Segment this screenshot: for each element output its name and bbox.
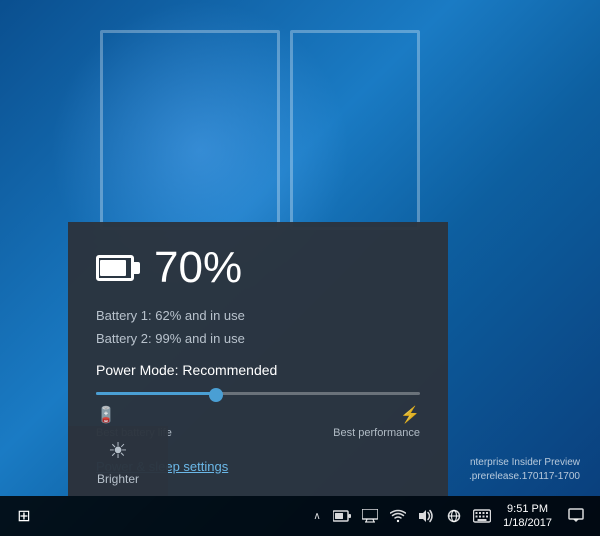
desktop-window-decoration-1 bbox=[100, 30, 280, 230]
network-svg bbox=[446, 509, 462, 523]
power-slider-container[interactable] bbox=[96, 392, 420, 395]
battery-header: 70% bbox=[96, 246, 420, 290]
desktop-window-decoration-2 bbox=[290, 30, 420, 230]
battery-life-icon: 🪫 bbox=[96, 405, 116, 425]
monitor-svg bbox=[362, 509, 378, 523]
volume-taskbar-icon[interactable] bbox=[413, 496, 439, 536]
taskbar: ⊞ ∧ bbox=[0, 496, 600, 536]
start-icon: ⊞ bbox=[17, 506, 30, 526]
start-button[interactable]: ⊞ bbox=[4, 496, 44, 536]
keyboard-svg bbox=[473, 509, 491, 523]
desktop: nterprise Insider Preview .prerelease.17… bbox=[0, 0, 600, 536]
brighter-tile[interactable]: ☀ Brighter bbox=[68, 426, 168, 496]
performance-icon: ⚡ bbox=[400, 405, 420, 425]
network-taskbar-icon[interactable] bbox=[441, 496, 467, 536]
system-clock[interactable]: 9:51 PM 1/18/2017 bbox=[497, 502, 558, 531]
action-center-icon bbox=[568, 508, 584, 524]
taskbar-left: ⊞ bbox=[0, 496, 307, 536]
slider-thumb[interactable] bbox=[209, 388, 223, 402]
action-center-button[interactable] bbox=[560, 496, 592, 536]
slider-fill bbox=[96, 392, 219, 395]
power-mode-label: Power Mode: Recommended bbox=[96, 362, 420, 378]
battery-percentage: 70% bbox=[154, 246, 242, 290]
keyboard-taskbar-icon[interactable] bbox=[469, 496, 495, 536]
clock-time: 9:51 PM bbox=[507, 502, 548, 516]
wifi-taskbar-icon[interactable] bbox=[385, 496, 411, 536]
battery2-info: Battery 2: 99% and in use bbox=[96, 331, 420, 346]
slider-track bbox=[96, 392, 420, 395]
battery-icon-large bbox=[96, 255, 140, 281]
taskbar-right: ∧ bbox=[307, 496, 600, 536]
brighter-label: Brighter bbox=[97, 472, 139, 486]
chevron-icon: ∧ bbox=[313, 511, 320, 522]
label-best-performance: Best performance bbox=[333, 427, 420, 439]
monitor-taskbar-icon[interactable] bbox=[357, 496, 383, 536]
chevron-up-button[interactable]: ∧ bbox=[307, 496, 327, 536]
clock-date: 1/18/2017 bbox=[503, 516, 552, 530]
wifi-svg bbox=[390, 509, 406, 523]
volume-svg bbox=[418, 509, 434, 523]
battery-taskbar-icon[interactable] bbox=[329, 496, 355, 536]
slider-label-right: ⚡ Best performance bbox=[333, 405, 420, 439]
battery1-info: Battery 1: 62% and in use bbox=[96, 308, 420, 323]
battery-small-svg bbox=[333, 510, 351, 522]
brightness-icon: ☀ bbox=[108, 438, 128, 464]
